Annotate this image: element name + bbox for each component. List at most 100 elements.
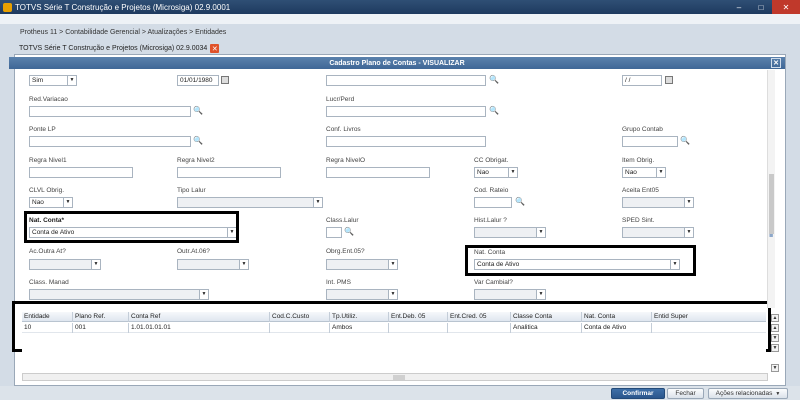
clvl-obrig-select[interactable]: Nao ▼ <box>29 197 73 208</box>
related-actions-button[interactable]: Ações relacionadas ▼ <box>708 388 788 399</box>
col-header-cod-c-custo[interactable]: Cod.C.Custo <box>270 312 330 322</box>
select-row0-value: Sim <box>32 77 44 84</box>
cc-obrigat-select[interactable]: Nao ▼ <box>474 167 518 178</box>
label-regra-nivel0: Regra NivelO <box>326 157 366 164</box>
label-clvl-obrig: CLVL Obrig. <box>29 187 65 194</box>
regra-nivel0-field[interactable] <box>326 167 430 178</box>
item-obrig-value: Nao <box>625 169 637 176</box>
col-header-conta-ref[interactable]: Conta Ref <box>129 312 270 322</box>
outr-at-06-select[interactable]: ▼ <box>177 259 249 270</box>
breadcrumb[interactable]: Protheus 11 > Contabilidade Gerencial > … <box>20 29 226 36</box>
scroll-bottom-icon[interactable]: ▼ <box>771 344 779 352</box>
search-icon[interactable]: 🔍 <box>680 136 690 145</box>
class-lalur-field[interactable] <box>326 227 342 238</box>
form-scrollbar[interactable] <box>767 70 775 308</box>
related-actions-label: Ações relacionadas <box>715 390 773 397</box>
scroll-grip-icon: ≡ <box>769 233 774 240</box>
chevron-down-icon: ▼ <box>656 168 665 177</box>
scroll-up-icon[interactable]: ▲ <box>771 324 779 332</box>
chevron-down-icon: ▼ <box>63 198 72 207</box>
label-ac-outra-at: Ac.Outra At? <box>29 248 66 255</box>
col-header-entid-super[interactable]: Entid Super <box>652 312 766 322</box>
class-manad-select[interactable]: ▼ <box>29 289 209 300</box>
date-field-2[interactable]: / / <box>622 75 662 86</box>
cell-nat-conta: Conta de Ativo <box>582 323 652 333</box>
label-outr-at-06: Outr.At.06? <box>177 248 210 255</box>
tab-close-icon[interactable]: ✕ <box>210 44 220 53</box>
conf-livros-field[interactable] <box>326 136 486 147</box>
regra-nivel2-field[interactable] <box>177 167 281 178</box>
cell-conta-ref: 1.01.01.01.01 <box>129 323 270 333</box>
hist-lalur-select[interactable]: ▼ <box>474 227 546 238</box>
form-scrollbar-thumb[interactable] <box>769 174 774 234</box>
confirm-button[interactable]: Confirmar <box>611 388 665 399</box>
window-titlebar: TOTVS Série T Construção e Projetos (Mic… <box>0 0 800 14</box>
col-header-ent-deb-05[interactable]: Ent.Deb. 05 <box>389 312 448 322</box>
window-close-button[interactable]: ✕ <box>772 0 800 14</box>
scroll-top-icon[interactable]: ▲ <box>771 314 779 322</box>
grid-horizontal-scrollbar[interactable] <box>22 373 768 381</box>
label-sped-sint: SPED Sint. <box>622 217 655 224</box>
label-red-variacao: Red.Variacao <box>29 96 68 103</box>
tipo-lalur-select[interactable]: ▼ <box>177 197 323 208</box>
table-row[interactable]: 10 001 1.01.01.01.01 Ambos Analitica Con… <box>22 323 766 333</box>
label-hist-lalur: Hist.Lalur ? <box>474 217 507 224</box>
search-icon[interactable]: 🔍 <box>489 75 499 84</box>
item-obrig-select[interactable]: Nao ▼ <box>622 167 666 178</box>
chevron-down-icon: ▼ <box>91 260 100 269</box>
search-icon[interactable]: 🔍 <box>344 227 354 236</box>
app-icon <box>3 2 12 12</box>
tab-bar: TOTVS Série T Construção e Projetos (Mic… <box>14 42 798 54</box>
lucr-perd-field[interactable] <box>326 106 486 117</box>
var-cambial-select[interactable]: ▼ <box>474 289 546 300</box>
col-header-plano-ref[interactable]: Plano Ref. <box>73 312 129 322</box>
grid-scrollbar[interactable]: ▲ ▲ ▼ ▼ ▼ <box>770 312 780 382</box>
search-icon[interactable]: 🔍 <box>193 106 203 115</box>
chevron-down-icon: ▼ <box>199 290 208 299</box>
label-conf-livros: Conf. Livros <box>326 126 361 133</box>
aceita-ent05-select[interactable]: ▼ <box>622 197 694 208</box>
int-pms-select[interactable]: ▼ <box>326 289 398 300</box>
calendar-icon[interactable] <box>221 76 229 84</box>
cod-rateio-field[interactable] <box>474 197 512 208</box>
cell-cod-c-custo <box>270 323 330 333</box>
chevron-down-icon: ▼ <box>684 198 693 207</box>
grupo-contab-field[interactable] <box>622 136 678 147</box>
scroll-down-small-icon[interactable]: ▼ <box>771 364 779 372</box>
select-row0[interactable]: Sim ▼ <box>29 75 77 86</box>
col-header-ent-cred-05[interactable]: Ent.Cred. 05 <box>448 312 511 322</box>
cell-entidade: 10 <box>22 323 73 333</box>
dialog-close-icon[interactable]: ✕ <box>771 58 781 68</box>
red-variacao-field[interactable] <box>29 106 191 117</box>
chevron-down-icon: ▼ <box>684 228 693 237</box>
entities-grid: Entidade Plano Ref. Conta Ref Cod.C.Cust… <box>22 312 766 352</box>
tab-main[interactable]: TOTVS Série T Construção e Projetos (Mic… <box>19 43 220 54</box>
top-strip <box>0 14 800 24</box>
minimize-button[interactable]: – <box>728 0 750 14</box>
chevron-down-icon: ▼ <box>775 390 781 397</box>
text-field-row0[interactable] <box>326 75 486 86</box>
obrg-ent-05-select[interactable]: ▼ <box>326 259 398 270</box>
col-header-tp-utiliz[interactable]: Tp.Utiliz. <box>330 312 389 322</box>
scroll-down-icon[interactable]: ▼ <box>771 334 779 342</box>
col-header-classe-conta[interactable]: Classe Conta <box>511 312 582 322</box>
cell-entid-super <box>652 323 766 333</box>
search-icon[interactable]: 🔍 <box>489 106 499 115</box>
regra-nivel1-field[interactable] <box>29 167 133 178</box>
label-regra-nivel2: Regra Nivel2 <box>177 157 215 164</box>
col-header-entidade[interactable]: Entidade <box>22 312 73 322</box>
grid-horizontal-thumb[interactable] <box>393 375 405 380</box>
search-icon[interactable]: 🔍 <box>515 197 525 206</box>
date-field-1[interactable]: 01/01/1980 <box>177 75 219 86</box>
sped-sint-select[interactable]: ▼ <box>622 227 694 238</box>
search-icon[interactable]: 🔍 <box>193 136 203 145</box>
label-var-cambial: Var Cambial? <box>474 279 513 286</box>
col-header-nat-conta[interactable]: Nat. Conta <box>582 312 652 322</box>
chevron-down-icon: ▼ <box>388 290 397 299</box>
maximize-button[interactable]: □ <box>750 0 772 14</box>
grid-header: Entidade Plano Ref. Conta Ref Cod.C.Cust… <box>22 312 766 322</box>
ac-outra-at-select[interactable]: ▼ <box>29 259 101 270</box>
close-button[interactable]: Fechar <box>667 388 704 399</box>
ponte-lp-field[interactable] <box>29 136 191 147</box>
calendar-icon[interactable] <box>665 76 673 84</box>
